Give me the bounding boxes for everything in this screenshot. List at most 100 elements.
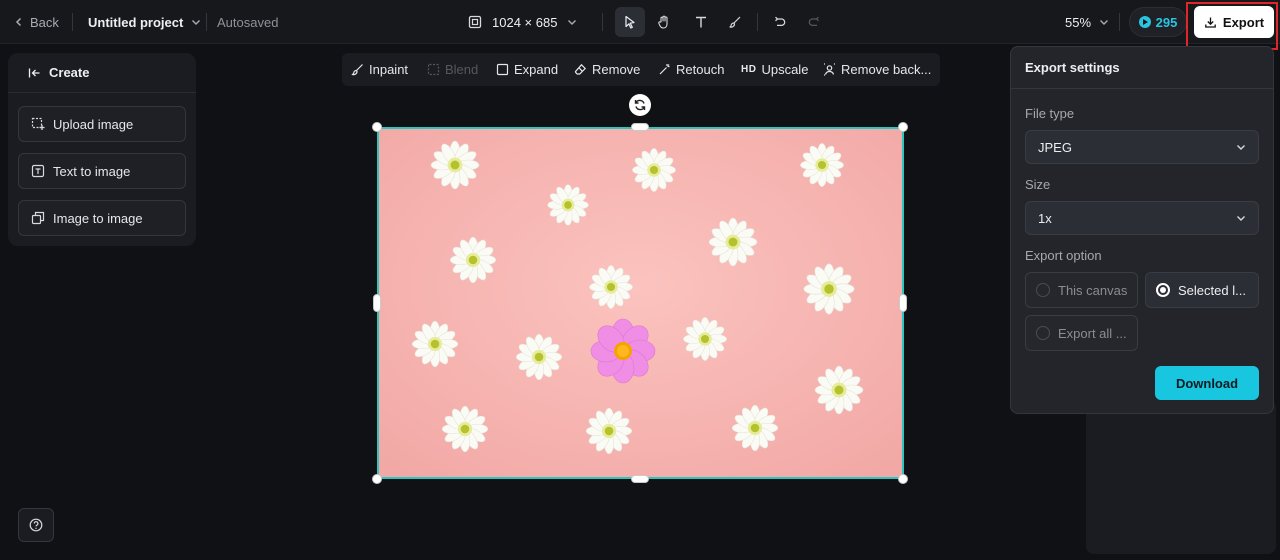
resize-handle-bottom-right[interactable] [898, 474, 908, 484]
export-highlight-box [1186, 2, 1278, 50]
brush-icon [351, 64, 363, 76]
inpaint-button[interactable]: Inpaint [351, 53, 408, 86]
redo-icon [808, 16, 819, 27]
eraser-icon [574, 63, 587, 75]
canvas-image[interactable] [377, 127, 904, 479]
download-button[interactable]: Download [1155, 366, 1259, 400]
text-to-image-label: Text to image [53, 163, 131, 179]
magic-wand-icon [659, 64, 670, 75]
resize-handle-left[interactable] [373, 294, 381, 312]
chevron-down-icon [192, 20, 201, 25]
inpaint-label: Inpaint [369, 62, 409, 77]
text-to-image-icon [31, 164, 45, 178]
blend-icon [427, 63, 440, 76]
zoom-dropdown[interactable]: 55% [1065, 0, 1109, 44]
remove-background-label: Remove back... [841, 62, 932, 77]
upscale-button[interactable]: HD Upscale [741, 53, 808, 86]
export-option-label: Export option [1025, 248, 1102, 263]
project-name-dropdown[interactable]: Untitled project [88, 0, 201, 44]
back-button[interactable]: Back [14, 0, 59, 44]
canvas-size-value: 1024 × 685 [492, 14, 558, 30]
resize-icon [468, 15, 482, 29]
export-settings-panel: Export settings File type JPEG Size 1x E… [1010, 46, 1274, 414]
chevron-left-icon [15, 17, 22, 27]
text-tool-button[interactable] [686, 7, 716, 37]
option-export-all[interactable]: Export all ... [1025, 315, 1138, 351]
remove-background-button[interactable]: Remove back... [823, 53, 931, 86]
canvas-size-dropdown[interactable]: 1024 × 685 [468, 0, 577, 44]
file-type-select[interactable]: JPEG [1025, 130, 1259, 164]
divider [72, 13, 73, 31]
chevron-down-icon [1237, 145, 1245, 150]
hand-tool-button[interactable] [649, 7, 679, 37]
upload-image-button[interactable]: Upload image [18, 106, 186, 142]
rotate-handle[interactable] [629, 94, 651, 116]
radio-icon [1036, 326, 1050, 340]
hand-icon [658, 15, 668, 29]
expand-label: Expand [514, 62, 559, 77]
retouch-label: Retouch [676, 62, 725, 77]
option-export-all-label: Export all ... [1058, 325, 1127, 341]
chevron-down-icon [568, 20, 577, 25]
image-to-image-label: Image to image [53, 210, 143, 226]
image-to-image-button[interactable]: Image to image [18, 200, 186, 236]
resize-handle-top-right[interactable] [898, 122, 908, 132]
redo-button[interactable] [799, 7, 829, 37]
credits-badge[interactable]: 295 [1129, 7, 1187, 37]
resize-handle-top-left[interactable] [372, 122, 382, 132]
file-type-label: File type [1025, 106, 1075, 121]
brush-icon [729, 16, 741, 28]
edit-toolbar: Inpaint Blend Expand Remove Retouch HD U… [342, 53, 940, 86]
resize-handle-bottom[interactable] [631, 475, 649, 483]
divider [757, 13, 758, 31]
rotate-icon [634, 99, 646, 111]
help-icon [29, 518, 43, 532]
expand-button[interactable]: Expand [496, 53, 558, 86]
divider [602, 13, 603, 31]
size-value: 1x [1038, 210, 1052, 226]
cursor-icon [625, 15, 635, 29]
chevron-down-icon [1100, 20, 1109, 25]
text-icon [696, 16, 706, 28]
credits-count: 295 [1155, 14, 1178, 30]
create-panel: Create Upload image Text to image Image … [8, 53, 196, 246]
remove-button[interactable]: Remove [574, 53, 640, 86]
zoom-value: 55% [1065, 14, 1092, 30]
blend-button[interactable]: Blend [427, 53, 478, 86]
create-panel-header[interactable]: Create [8, 53, 196, 93]
draw-tool-button[interactable] [720, 7, 750, 37]
autosave-status: Autosaved [217, 14, 279, 30]
flowers-image [379, 129, 902, 477]
option-selected-layers[interactable]: Selected l... [1145, 272, 1259, 308]
text-to-image-button[interactable]: Text to image [18, 153, 186, 189]
resize-handle-right[interactable] [899, 294, 907, 312]
undo-icon [775, 16, 786, 27]
resize-handle-bottom-left[interactable] [372, 474, 382, 484]
upload-image-icon [31, 117, 45, 130]
option-selected-layers-label: Selected l... [1178, 282, 1246, 298]
top-bar: Back Untitled project Autosaved 1024 × 6… [0, 0, 1280, 44]
radio-selected-icon [1156, 283, 1170, 297]
size-label: Size [1025, 177, 1051, 192]
blend-label: Blend [445, 62, 479, 77]
resize-handle-top[interactable] [631, 123, 649, 131]
create-title: Create [49, 65, 90, 80]
divider [1011, 88, 1273, 89]
size-select[interactable]: 1x [1025, 201, 1259, 235]
radio-icon [1036, 283, 1050, 297]
credits-icon [1138, 16, 1151, 28]
retouch-button[interactable]: Retouch [658, 53, 724, 86]
help-button[interactable] [18, 508, 54, 542]
select-tool-button[interactable] [615, 7, 645, 37]
upload-image-label: Upload image [53, 116, 134, 132]
project-name: Untitled project [88, 14, 184, 30]
undo-button[interactable] [765, 7, 795, 37]
divider [1119, 13, 1120, 31]
export-settings-title: Export settings [1025, 60, 1120, 75]
remove-label: Remove [592, 62, 641, 77]
hd-icon: HD [741, 64, 757, 75]
divider [206, 13, 207, 31]
right-side-panel [1086, 400, 1276, 554]
option-this-canvas[interactable]: This canvas [1025, 272, 1138, 308]
back-label: Back [30, 14, 59, 30]
